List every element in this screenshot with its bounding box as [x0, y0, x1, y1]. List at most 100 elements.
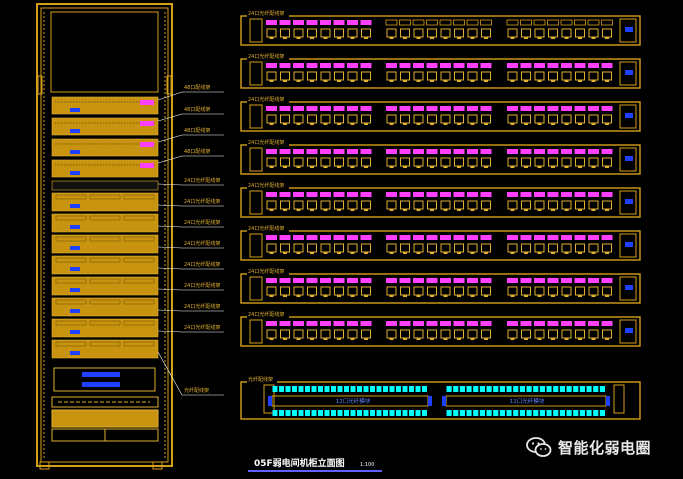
panel-id-tag: [625, 27, 633, 32]
rj45-latch: [323, 295, 328, 297]
cabinet-fiber-block: [53, 367, 156, 392]
unit-blue-tag: [70, 330, 80, 334]
port-label-strip: [386, 192, 397, 197]
fiber-panel-ear-right: [613, 384, 625, 414]
port-label-strip: [347, 278, 358, 283]
rj45-latch: [605, 37, 609, 39]
port-label-strip: [320, 20, 331, 25]
cabinet-fiber-unit: [51, 192, 159, 212]
rj45-latch: [283, 209, 287, 211]
port-label-strip: [306, 63, 318, 68]
rj45-port: [440, 71, 451, 81]
cabinet-callout-label: 24口光纤配线架: [184, 282, 220, 289]
fiber-port: [486, 410, 492, 416]
rj45-port: [575, 71, 585, 81]
port-label-strip: [507, 235, 518, 240]
rj45-port: [293, 243, 304, 253]
port-label-strip: [279, 235, 291, 240]
port-label-strip: [561, 235, 572, 240]
rj45-latch: [457, 209, 461, 211]
port-label-strip: [480, 278, 492, 283]
rj45-latch: [416, 166, 421, 168]
rj45-latch: [470, 209, 475, 211]
fiber-block-tag: [82, 382, 120, 387]
fiber-port: [473, 386, 479, 392]
rj45-latch: [323, 252, 328, 254]
port-label-strip: [440, 63, 451, 68]
rj45-port: [361, 200, 371, 210]
rj45-port: [481, 329, 491, 339]
rj45-port: [561, 28, 572, 38]
rj45-port: [467, 329, 478, 339]
rj45-port: [602, 243, 612, 253]
cabinet-patch-unit: [51, 138, 159, 157]
fiber-port: [453, 386, 459, 392]
panel-ear-left: [249, 233, 263, 258]
rj45-latch: [269, 252, 274, 254]
patch-panel-column: 24口光纤配线架 24口光纤配线架 24口光纤配线架 24口光纤配线架 24口光纤配线架…: [240, 10, 641, 347]
rj45-latch: [564, 123, 569, 125]
unit-body: [51, 255, 159, 275]
rj45-port: [320, 200, 331, 210]
fiber-port: [533, 410, 539, 416]
port-label-strip: [386, 63, 397, 68]
rj45-port: [454, 200, 464, 210]
port-label-strip: [399, 192, 411, 197]
rj45-port: [280, 286, 290, 296]
fiber-port: [526, 386, 532, 392]
rj45-latch: [457, 338, 461, 340]
rj45-latch: [524, 123, 528, 125]
fiber-block-frame: [53, 367, 156, 392]
rj45-latch: [350, 295, 355, 297]
port-label-strip: [440, 106, 451, 111]
rj45-latch: [564, 166, 569, 168]
rj45-port: [413, 200, 424, 210]
rj45-port: [307, 329, 317, 339]
port-label-strip: [587, 19, 600, 26]
rj45-port: [266, 329, 277, 339]
rj45-port: [521, 114, 531, 124]
rj45-latch: [337, 209, 341, 211]
port-label-strip: [440, 321, 451, 326]
rj45-latch: [443, 252, 448, 254]
rj45-port: [280, 157, 290, 167]
fiber-port: [285, 386, 291, 392]
panel-id-tag: [625, 242, 633, 247]
fiber-module-end: [268, 396, 272, 406]
rj45-latch: [470, 295, 475, 297]
port-label-strip: [320, 321, 331, 326]
rj45-port: [588, 329, 599, 339]
port-label-strip: [588, 149, 599, 154]
port-label-strip: [293, 149, 304, 154]
fiber-distribution-panel: 光纤配线架 12口光纤模块 12口光纤模块: [240, 376, 641, 420]
rj45-latch: [537, 80, 542, 82]
rj45-latch: [310, 338, 314, 340]
cable-manager: [51, 180, 159, 191]
rj45-latch: [350, 166, 355, 168]
rj45-port: [481, 114, 491, 124]
port-label-strip: [399, 149, 411, 154]
port-label-strip: [320, 192, 331, 197]
unit-body: [51, 96, 159, 115]
rj45-latch: [524, 209, 528, 211]
fiber-port: [402, 386, 408, 392]
rj45-latch: [591, 252, 596, 254]
port-label-strip: [601, 63, 613, 68]
rj45-port: [293, 28, 304, 38]
port-label-strip: [426, 321, 438, 326]
rj45-port: [588, 200, 599, 210]
rj45-port: [575, 157, 585, 167]
unit-body: [51, 159, 159, 178]
port-label-strip: [320, 149, 331, 154]
rj45-port: [427, 243, 437, 253]
fiber-port: [566, 386, 572, 392]
rj45-port: [521, 28, 531, 38]
port-label-strip: [480, 192, 492, 197]
rj45-latch: [564, 338, 569, 340]
rj45-port: [507, 28, 518, 38]
port-label-strip: [293, 235, 304, 240]
rj45-port: [320, 114, 331, 124]
rj45-latch: [337, 338, 341, 340]
port-label-strip: [347, 192, 358, 197]
wechat-icon: [526, 437, 552, 457]
